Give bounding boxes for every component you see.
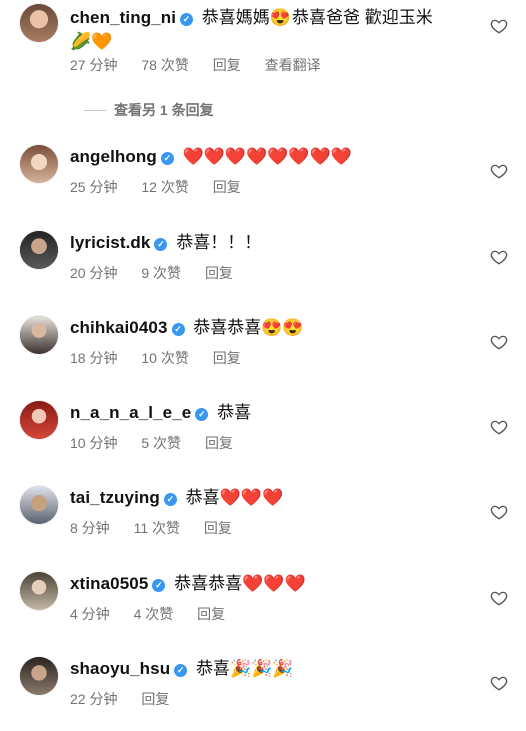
username[interactable]: angelhong <box>70 147 157 166</box>
comment-text: 恭喜恭喜 <box>174 574 243 593</box>
username[interactable]: n_a_n_a_l_e_e <box>70 403 191 422</box>
emoji: 😍 <box>269 8 291 27</box>
verified-badge-icon: ✓ <box>160 152 174 165</box>
like-count[interactable]: 4 次赞 <box>134 606 174 622</box>
emoji: 😍😍 <box>261 318 304 337</box>
timestamp: 8 分钟 <box>70 520 110 536</box>
comment-meta: 25 分钟 12 次赞 回复 <box>70 177 241 197</box>
view-more-replies[interactable]: 查看另 1 条回复 <box>84 100 214 120</box>
verified-badge-icon: ✓ <box>180 13 194 26</box>
comment-text-2: 恭喜爸爸 歡迎玉米 <box>291 8 433 27</box>
username[interactable]: chen_ting_ni <box>70 8 176 27</box>
reply-button[interactable]: 回复 <box>213 179 241 195</box>
heart-icon[interactable] <box>490 162 508 180</box>
translate-button[interactable]: 查看翻译 <box>265 57 321 73</box>
reply-button[interactable]: 回复 <box>213 57 241 73</box>
verified-badge-icon: ✓ <box>171 323 185 336</box>
timestamp: 25 分钟 <box>70 179 118 195</box>
avatar[interactable] <box>20 145 58 183</box>
comment-meta: 8 分钟 11 次赞 回复 <box>70 518 232 538</box>
avatar[interactable] <box>20 657 58 695</box>
reply-button[interactable]: 回复 <box>197 606 225 622</box>
emoji-line: 🌽🧡 <box>70 32 113 51</box>
timestamp: 18 分钟 <box>70 350 118 366</box>
timestamp: 10 分钟 <box>70 435 118 451</box>
comment-line: lyricist.dk ✓ 恭喜！！！ <box>70 231 480 255</box>
comment-line: xtina0505 ✓ 恭喜恭喜❤️❤️❤️ <box>70 572 480 596</box>
avatar[interactable] <box>20 4 58 42</box>
comment-meta: 4 分钟 4 次赞 回复 <box>70 604 225 624</box>
comment-line: chihkai0403 ✓ 恭喜恭喜😍😍 <box>70 316 480 340</box>
heart-icon[interactable] <box>490 333 508 351</box>
heart-icon[interactable] <box>490 674 508 692</box>
username[interactable]: xtina0505 <box>70 574 148 593</box>
username[interactable]: shaoyu_hsu <box>70 659 170 678</box>
reply-button[interactable]: 回复 <box>205 265 233 281</box>
like-count[interactable]: 5 次赞 <box>141 435 181 451</box>
comment-line-2: 🌽🧡 <box>70 30 480 54</box>
heart-icon[interactable] <box>490 17 508 35</box>
timestamp: 22 分钟 <box>70 691 118 707</box>
comment-meta: 20 分钟 9 次赞 回复 <box>70 263 233 283</box>
reply-button[interactable]: 回复 <box>205 435 233 451</box>
verified-badge-icon: ✓ <box>152 579 166 592</box>
heart-icon[interactable] <box>490 418 508 436</box>
comment-text: 恭喜 <box>217 403 252 422</box>
timestamp: 27 分钟 <box>70 57 118 73</box>
comment-meta: 22 分钟 回复 <box>70 689 169 709</box>
verified-badge-icon: ✓ <box>163 493 177 506</box>
comment-line: angelhong ✓ ❤️❤️❤️❤️❤️❤️❤️❤️ <box>70 145 480 169</box>
username[interactable]: tai_tzuying <box>70 488 160 507</box>
comment-meta: 18 分钟 10 次赞 回复 <box>70 348 241 368</box>
avatar[interactable] <box>20 486 58 524</box>
avatar[interactable] <box>20 316 58 354</box>
comment-line: chen_ting_ni ✓ 恭喜媽媽😍恭喜爸爸 歡迎玉米 <box>70 6 480 30</box>
reply-button[interactable]: 回复 <box>204 520 232 536</box>
verified-badge-icon: ✓ <box>195 408 209 421</box>
timestamp: 4 分钟 <box>70 606 110 622</box>
comment-meta: 27 分钟 78 次赞 回复 查看翻译 <box>70 55 321 75</box>
verified-badge-icon: ✓ <box>154 238 168 251</box>
comment-text: 恭喜媽媽 <box>201 8 270 27</box>
like-count[interactable]: 10 次赞 <box>141 350 188 366</box>
emoji: ❤️❤️❤️❤️❤️❤️❤️❤️ <box>182 147 352 166</box>
like-count[interactable]: 11 次赞 <box>134 520 180 536</box>
comment-text: 恭喜！！！ <box>176 233 262 252</box>
verified-badge-icon: ✓ <box>174 664 188 677</box>
avatar[interactable] <box>20 401 58 439</box>
emoji: ❤️❤️❤️ <box>242 574 306 593</box>
timestamp: 20 分钟 <box>70 265 118 281</box>
comment-line: n_a_n_a_l_e_e ✓ 恭喜 <box>70 401 480 425</box>
reply-button[interactable]: 回复 <box>213 350 241 366</box>
like-count[interactable]: 9 次赞 <box>141 265 181 281</box>
view-more-replies-label: 查看另 1 条回复 <box>114 102 214 118</box>
avatar[interactable] <box>20 572 58 610</box>
divider-line <box>84 110 106 111</box>
heart-icon[interactable] <box>490 503 508 521</box>
like-count[interactable]: 12 次赞 <box>141 179 188 195</box>
comment-line: tai_tzuying ✓ 恭喜❤️❤️❤️ <box>70 486 480 510</box>
heart-icon[interactable] <box>490 589 508 607</box>
reply-button[interactable]: 回复 <box>141 691 169 707</box>
comment-text: 恭喜恭喜 <box>193 318 262 337</box>
comment-line: shaoyu_hsu ✓ 恭喜🎉🎉🎉 <box>70 657 480 681</box>
emoji: ❤️❤️❤️ <box>219 488 284 507</box>
username[interactable]: lyricist.dk <box>70 233 150 252</box>
emoji: 🎉🎉🎉 <box>229 659 294 678</box>
avatar[interactable] <box>20 231 58 269</box>
comment-meta: 10 分钟 5 次赞 回复 <box>70 433 233 453</box>
like-count[interactable]: 78 次赞 <box>141 57 188 73</box>
comment-text: 恭喜 <box>185 488 220 507</box>
heart-icon[interactable] <box>490 248 508 266</box>
comment-text: 恭喜 <box>195 659 230 678</box>
username[interactable]: chihkai0403 <box>70 318 168 337</box>
